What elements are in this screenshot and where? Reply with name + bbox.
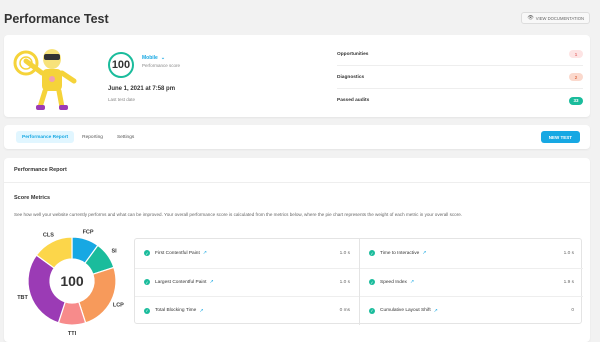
tab-reporting[interactable]: Reporting	[76, 131, 109, 143]
metric-cumulative-layout-shift: ✓ Cumulative Layout Shift ↗ 0	[360, 296, 583, 325]
summary-card: 100 Mobile ⌄ Performance score June 1, 2…	[4, 35, 590, 117]
stat-badge: 33	[569, 96, 583, 105]
last-test-date-label: Last test date	[108, 97, 136, 102]
metric-value: 0 ms	[339, 308, 350, 314]
device-selector[interactable]: Mobile ⌄	[142, 55, 165, 61]
metric-value: 1.0 s	[339, 250, 350, 256]
stat-label: Opportunities	[337, 51, 369, 57]
stat-label: Diagnostics	[337, 74, 365, 80]
metric-value: 1.9 s	[563, 279, 574, 285]
external-link-icon[interactable]: ↗	[199, 308, 203, 314]
metric-speed-index: ✓ Speed Index ↗ 1.9 s	[360, 267, 583, 297]
tabs-bar: Performance Report Reporting Settings NE…	[4, 125, 590, 149]
metric-name: Cumulative Layout Shift	[380, 308, 431, 314]
metrics-column-right: ✓ Time to Interactive ↗ 1.0 s ✓ Speed In…	[359, 239, 583, 325]
pie-label-lcp: LCP	[113, 303, 124, 309]
new-test-button[interactable]: NEW TEST	[540, 131, 580, 143]
metric-name: Total Blocking Time	[155, 308, 197, 314]
device-label: Mobile	[142, 55, 158, 61]
performance-score-circle: 100	[108, 52, 134, 78]
pie-center-score: 100	[60, 273, 84, 289]
metrics-column-left: ✓ First Contentful Paint ↗ 1.0 s ✓ Large…	[135, 239, 359, 325]
metric-name: First Contentful Paint	[155, 250, 200, 256]
view-documentation-button[interactable]: 👁 VIEW DOCUMENTATION	[521, 12, 590, 24]
pie-label-cls: CLS	[43, 233, 54, 239]
eye-icon: 👁	[527, 15, 534, 21]
check-icon: ✓	[369, 307, 375, 314]
chevron-down-icon: ⌄	[160, 55, 166, 61]
stat-badge: 2	[569, 73, 583, 81]
device-sub-label: Performance score	[142, 63, 181, 68]
metric-name: Speed Index	[380, 279, 407, 285]
metric-value: 1.0 s	[339, 279, 350, 285]
stat-diagnostics: Diagnostics 2	[337, 66, 583, 89]
check-icon: ✓	[144, 279, 150, 286]
view-documentation-label: VIEW DOCUMENTATION	[535, 15, 584, 21]
pie-label-tbt: TBT	[17, 295, 28, 301]
metrics-grid: ✓ First Contentful Paint ↗ 1.0 s ✓ Large…	[134, 238, 583, 325]
stat-label: Passed audits	[337, 98, 370, 103]
tab-performance-report[interactable]: Performance Report	[16, 131, 75, 143]
stat-badge: 1	[569, 50, 583, 58]
external-link-icon[interactable]: ↗	[410, 279, 414, 285]
metric-value: 1.0 s	[563, 250, 574, 256]
section-description: See how well your website currently perf…	[14, 212, 463, 217]
mascot-illustration	[13, 49, 77, 110]
section-title: Score Metrics	[14, 195, 51, 201]
external-link-icon[interactable]: ↗	[422, 250, 426, 256]
metric-first-contentful-paint: ✓ First Contentful Paint ↗ 1.0 s	[135, 239, 359, 268]
performance-report-card: Performance Report Score Metrics See how…	[4, 158, 590, 342]
page-title: Performance Test	[4, 12, 109, 26]
pie-label-tti: TTI	[68, 331, 77, 337]
external-link-icon[interactable]: ↗	[203, 250, 207, 256]
metric-largest-contentful-paint: ✓ Largest Contentful Paint ↗ 1.0 s	[135, 267, 359, 297]
metric-value: 0	[571, 308, 574, 314]
report-header: Performance Report	[4, 158, 590, 183]
pie-label-fcp: FCP	[83, 230, 94, 236]
tab-settings[interactable]: Settings	[111, 131, 140, 143]
stat-passed-audits: Passed audits 33	[337, 89, 583, 112]
stat-opportunities: Opportunities 1	[337, 43, 583, 66]
pie-label-si: SI	[111, 248, 117, 254]
score-pie-chart: FCP SI LCP TTI TBT CLS 100	[8, 222, 133, 340]
metric-time-to-interactive: ✓ Time to Interactive ↗ 1.0 s	[360, 239, 583, 268]
audit-stats: Opportunities 1 Diagnostics 2 Passed aud…	[337, 43, 583, 112]
check-icon: ✓	[369, 250, 375, 257]
external-link-icon[interactable]: ↗	[209, 279, 213, 285]
external-link-icon[interactable]: ↗	[434, 308, 438, 314]
metric-name: Largest Contentful Paint	[155, 279, 207, 285]
check-icon: ✓	[144, 250, 150, 257]
metric-name: Time to Interactive	[380, 250, 420, 256]
last-test-date: June 1, 2021 at 7:58 pm	[108, 86, 176, 92]
metric-total-blocking-time: ✓ Total Blocking Time ↗ 0 ms	[135, 296, 359, 325]
check-icon: ✓	[369, 279, 375, 286]
check-icon: ✓	[144, 307, 150, 314]
